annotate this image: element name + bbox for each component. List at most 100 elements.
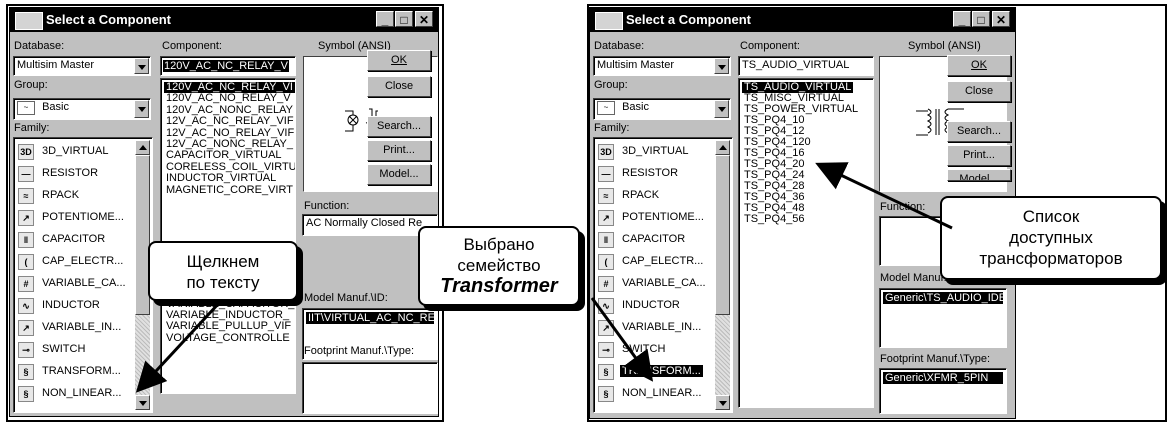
symbol-label: Symbol (ANSI) (908, 40, 981, 52)
dialog-title: Select a Component (626, 12, 751, 27)
component-list-item[interactable]: VOLTAGE_CONTROLLE (164, 332, 292, 344)
group-value: Basic (42, 101, 69, 113)
group-icon: ~ (597, 101, 615, 115)
model-button[interactable]: Model... (947, 169, 1011, 181)
group-label: Group: (594, 79, 628, 91)
transformer-icon: § (18, 364, 34, 380)
component-list-item[interactable]: INDUCTOR_VIRTUAL (164, 173, 278, 184)
component-list-item[interactable]: MAGNETIC_CORE_VIRT (164, 184, 295, 196)
chevron-down-icon[interactable] (134, 100, 149, 118)
model-list[interactable]: Generic\TS_AUDIO_IDEA (879, 288, 1007, 348)
variable-inductor-icon: ↗ (18, 320, 34, 336)
group-value: Basic (622, 101, 649, 113)
scrollbar[interactable] (715, 140, 730, 410)
footprint-label: Footprint Manuf.\Type: (880, 353, 991, 365)
group-icon: ~ (17, 101, 35, 115)
left-select-component-dialog: Select a Component _ □ ✕ Database: Multi… (9, 7, 439, 417)
variable-inductor-icon: ↗ (598, 320, 614, 336)
print-button[interactable]: Print... (947, 145, 1011, 166)
scroll-down-button[interactable] (715, 395, 730, 410)
footprint-label: Footprint Manuf.\Type: (304, 345, 415, 357)
3d-icon: 3D (598, 144, 614, 160)
component-list[interactable]: 120V_AC_NC_RELAY_VI 120V_AC_NO_RELAY_V 120… (160, 78, 296, 394)
component-list-item[interactable]: CORELESS_COIL_VIRTU (164, 161, 295, 173)
component-input[interactable]: TS_AUDIO_VIRTUAL (738, 56, 874, 76)
rpack-icon: ≈ (18, 188, 34, 204)
transformer-icon: § (598, 364, 614, 380)
database-select[interactable]: Multisim Master (593, 56, 731, 76)
chevron-down-icon[interactable] (714, 100, 729, 118)
search-button[interactable]: Search... (947, 121, 1011, 142)
close-button[interactable]: Close (947, 81, 1011, 102)
3d-icon: 3D (18, 144, 34, 160)
variable-capacitor-icon: # (598, 276, 614, 292)
model-value[interactable]: Generic\TS_AUDIO_IDEA (883, 292, 1006, 304)
group-label: Group: (14, 79, 48, 91)
inductor-icon: ∿ (18, 298, 34, 314)
function-label: Function: (880, 201, 926, 213)
component-list-item[interactable] (164, 196, 168, 207)
inductor-icon: ∿ (598, 298, 614, 314)
left-screenshot-frame: Select a Component _ □ ✕ Database: Multi… (6, 4, 444, 422)
scroll-up-button[interactable] (135, 140, 150, 155)
cap-electrolytic-icon: ( (18, 254, 34, 270)
database-select[interactable]: Multisim Master (13, 56, 151, 76)
component-list-item[interactable] (164, 230, 168, 241)
close-button[interactable]: Close (367, 76, 431, 97)
minimize-button[interactable]: _ (376, 11, 394, 27)
component-list-item[interactable]: 120V_AC_NC_RELAY_VI (164, 82, 295, 93)
switch-icon: ⊸ (18, 342, 34, 358)
component-list-item[interactable]: VARIABLE_INDUCTOR_ (164, 310, 291, 321)
potentiometer-icon: ↗ (18, 210, 34, 226)
ok-button[interactable]: OK (947, 55, 1011, 76)
minimize-button[interactable]: _ (953, 11, 971, 27)
maximize-button[interactable]: □ (395, 11, 413, 27)
callout-transformer-list: Список доступных трансформаторов (940, 196, 1162, 280)
footprint-list[interactable] (302, 362, 438, 414)
capacitor-icon: ‖ (18, 232, 34, 248)
family-list[interactable]: 3D 3D_VIRTUAL — RESISTOR ≈ RPACK ↗ POTENTIOM… (593, 137, 733, 413)
component-list-item[interactable]: 120V_AC_NO_RELAY_V (164, 93, 293, 104)
group-select[interactable]: ~ Basic (13, 98, 151, 120)
model-value[interactable]: IIT\VIRTUAL_AC_NC_RE (306, 312, 435, 324)
app-icon (595, 12, 623, 30)
component-list-item[interactable]: 120V_AC_NONC_RELAY (164, 104, 295, 116)
model-manuf-label: Model Manuf.\ID: (304, 292, 388, 304)
component-list-item[interactable]: 12V_AC_NC_RELAY_VIF (164, 116, 295, 127)
maximize-button[interactable]: □ (972, 11, 990, 27)
scroll-thumb[interactable] (715, 155, 730, 315)
title-bar: Select a Component _ □ ✕ (10, 8, 438, 32)
chevron-down-icon[interactable] (134, 58, 149, 74)
app-icon (15, 12, 43, 30)
family-list[interactable]: 3D 3D_VIRTUAL — RESISTOR ≈ RPACK ↗ POTENTIOM… (13, 137, 153, 413)
close-window-button[interactable]: ✕ (992, 11, 1010, 27)
database-label: Database: (594, 40, 645, 52)
callout-selected-family: Выбрано семейство Transformer (418, 226, 580, 306)
search-button[interactable]: Search... (367, 116, 431, 137)
component-input[interactable]: 120V_AC_NC_RELAY_V (160, 56, 296, 76)
model-button[interactable]: Model... (367, 164, 431, 185)
component-list-item[interactable]: VARIABLE_PULLUP_VIF (164, 321, 293, 332)
group-select[interactable]: ~ Basic (593, 98, 731, 120)
capacitor-icon: ‖ (598, 232, 614, 248)
component-list[interactable]: TS_AUDIO_VIRTUAL TS_MISC_VIRTUAL TS_POWER_… (738, 78, 874, 408)
component-list-item[interactable]: TS_PQ4_56 (742, 214, 807, 225)
component-list-item[interactable]: 12V_AC_NONC_RELAY_ (164, 139, 295, 150)
scroll-down-button[interactable] (135, 395, 150, 410)
print-button[interactable]: Print... (367, 140, 431, 161)
footprint-list[interactable]: Generic\XFMR_5PIN (879, 368, 1007, 414)
scroll-up-button[interactable] (715, 140, 730, 155)
component-value: 120V_AC_NC_RELAY_V (163, 60, 289, 72)
nonlinear-icon: § (598, 386, 614, 402)
close-window-button[interactable]: ✕ (415, 11, 433, 27)
dialog-title: Select a Component (46, 12, 171, 27)
footprint-value[interactable]: Generic\XFMR_5PIN (883, 372, 1003, 384)
ok-button[interactable]: OK (367, 50, 431, 71)
component-list-item[interactable] (164, 207, 168, 218)
component-list-item[interactable]: 12V_AC_NO_RELAY_VIF (164, 127, 295, 139)
component-list-item[interactable]: CAPACITOR_VIRTUAL (164, 150, 284, 161)
component-list-item[interactable] (164, 219, 168, 230)
family-label: Family: (594, 122, 630, 134)
function-label: Function: (304, 200, 350, 212)
chevron-down-icon[interactable] (714, 58, 729, 74)
